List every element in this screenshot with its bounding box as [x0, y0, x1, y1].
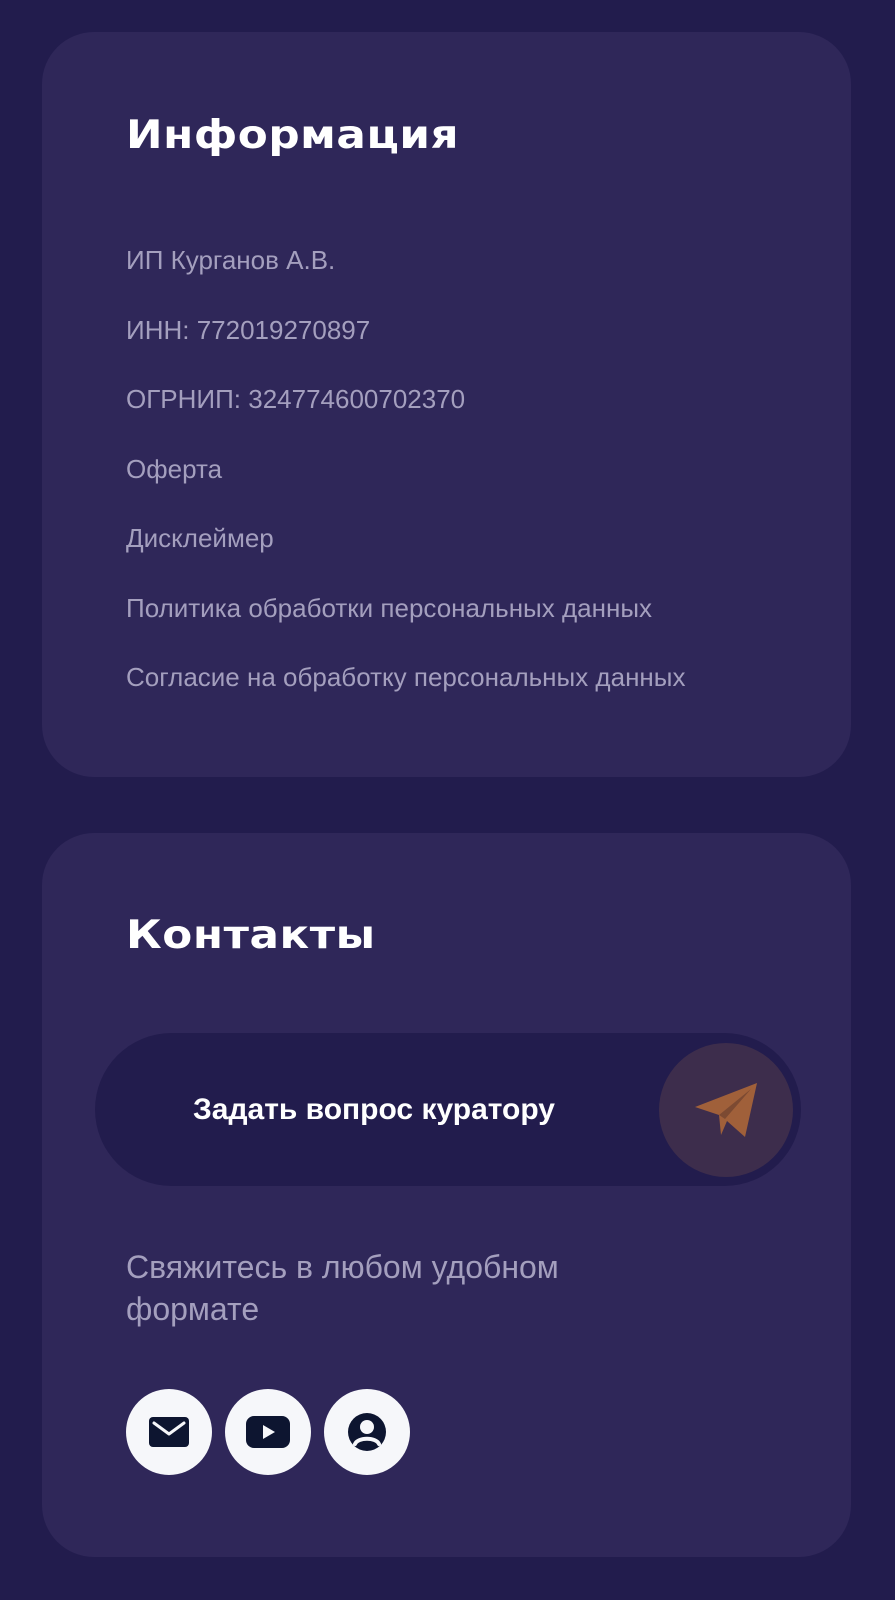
info-inn: ИНН: 772019270897	[126, 314, 371, 345]
social-links	[126, 1389, 410, 1475]
ask-curator-label: Задать вопрос куратору	[193, 1093, 555, 1126]
privacy-policy-link[interactable]: Политика обработки персональных данных	[126, 580, 685, 650]
youtube-icon[interactable]	[225, 1389, 311, 1475]
contacts-card: Контакты Задать вопрос куратору Свяжитес…	[42, 833, 851, 1557]
offer-link[interactable]: Оферта	[126, 441, 685, 511]
info-ogrnip: ОГРНИП: 324774600702370	[126, 384, 466, 414]
info-company-name: ИП Курганов А.В.	[126, 245, 336, 275]
contact-description: Свяжитесь в любом удобном формате	[126, 1249, 559, 1327]
mail-icon[interactable]	[126, 1389, 212, 1475]
contacts-title: Контакты	[126, 913, 376, 958]
disclaimer-link[interactable]: Дисклеймер	[126, 510, 685, 580]
ask-curator-button[interactable]: Задать вопрос куратору	[95, 1033, 801, 1186]
data-consent-link[interactable]: Согласие на обработку персональных данны…	[126, 649, 685, 719]
telegram-icon	[659, 1043, 793, 1177]
profile-icon[interactable]	[324, 1389, 410, 1475]
info-card: Информация ИП Курганов А.В. ИНН: 7720192…	[42, 32, 851, 777]
info-title: Информация	[126, 113, 460, 158]
info-list: ИП Курганов А.В. ИНН: 772019270897 ОГРНИ…	[126, 232, 685, 719]
